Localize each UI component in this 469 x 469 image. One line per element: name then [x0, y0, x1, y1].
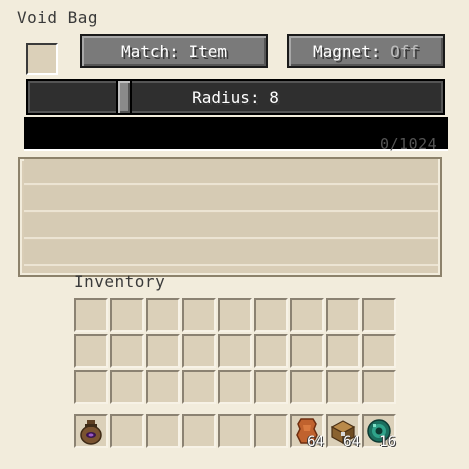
magnet-label: Magnet: [313, 41, 391, 61]
match-mode-button[interactable]: Match: Item [80, 34, 268, 68]
inventory-slot-26[interactable] [326, 370, 360, 404]
inventory-slot-2[interactable] [110, 298, 144, 332]
inventory-grid [74, 298, 396, 404]
hotbar-slot-6[interactable] [254, 414, 288, 448]
hotbar-slot-9[interactable]: 16 [362, 414, 396, 450]
window-title: Void Bag [17, 8, 99, 27]
inventory-slot-10[interactable] [74, 334, 108, 368]
filter-slot[interactable] [26, 43, 58, 75]
hotbar-slot-3[interactable] [146, 414, 180, 448]
hotbar-slot-5[interactable] [218, 414, 252, 448]
inventory-slot-6[interactable] [254, 298, 288, 332]
radius-slider-handle[interactable] [116, 79, 132, 115]
inventory-slot-18[interactable] [362, 334, 396, 368]
list-item[interactable] [24, 186, 438, 212]
radius-label: Radius: 8 [192, 87, 279, 107]
inventory-label: Inventory [74, 272, 166, 291]
inventory-slot-19[interactable] [74, 370, 108, 404]
inventory-slot-20[interactable] [110, 370, 144, 404]
inventory-slot-9[interactable] [362, 298, 396, 332]
hotbar-slot-1[interactable] [74, 414, 108, 448]
inventory-slot-1[interactable] [74, 298, 108, 332]
inventory-slot-15[interactable] [254, 334, 288, 368]
list-item[interactable] [24, 159, 438, 185]
radius-slider[interactable]: Radius: 8 [26, 79, 445, 115]
magnet-toggle-button[interactable]: Magnet: Off [287, 34, 445, 68]
storage-count: 0/1024 [380, 135, 438, 153]
inventory-slot-25[interactable] [290, 370, 324, 404]
inventory-slot-13[interactable] [182, 334, 216, 368]
inventory-slot-4[interactable] [182, 298, 216, 332]
hotbar-slot-7[interactable]: 64 [290, 414, 324, 450]
magnet-value: Off [390, 41, 419, 61]
inventory-slot-16[interactable] [290, 334, 324, 368]
inventory-slot-22[interactable] [182, 370, 216, 404]
inventory-slot-17[interactable] [326, 334, 360, 368]
item-count: 64 [343, 434, 360, 450]
item-count: 16 [379, 434, 396, 450]
inventory-slot-23[interactable] [218, 370, 252, 404]
list-item[interactable] [24, 213, 438, 239]
hotbar-slot-8[interactable]: 64 [326, 414, 360, 450]
hotbar: 64 64 16 [74, 414, 396, 450]
inventory-slot-12[interactable] [146, 334, 180, 368]
inventory-slot-3[interactable] [146, 298, 180, 332]
inventory-slot-8[interactable] [326, 298, 360, 332]
inventory-slot-7[interactable] [290, 298, 324, 332]
inventory-slot-5[interactable] [218, 298, 252, 332]
item-count: 64 [307, 434, 324, 450]
inventory-slot-27[interactable] [362, 370, 396, 404]
inventory-slot-11[interactable] [110, 334, 144, 368]
inventory-slot-14[interactable] [218, 334, 252, 368]
hotbar-slot-2[interactable] [110, 414, 144, 448]
inventory-slot-24[interactable] [254, 370, 288, 404]
match-mode-value: Item [188, 41, 227, 61]
void-bag-icon [80, 420, 102, 445]
list-item[interactable] [24, 240, 438, 266]
hotbar-slot-4[interactable] [182, 414, 216, 448]
match-mode-label: Match: [121, 41, 189, 61]
inventory-slot-21[interactable] [146, 370, 180, 404]
